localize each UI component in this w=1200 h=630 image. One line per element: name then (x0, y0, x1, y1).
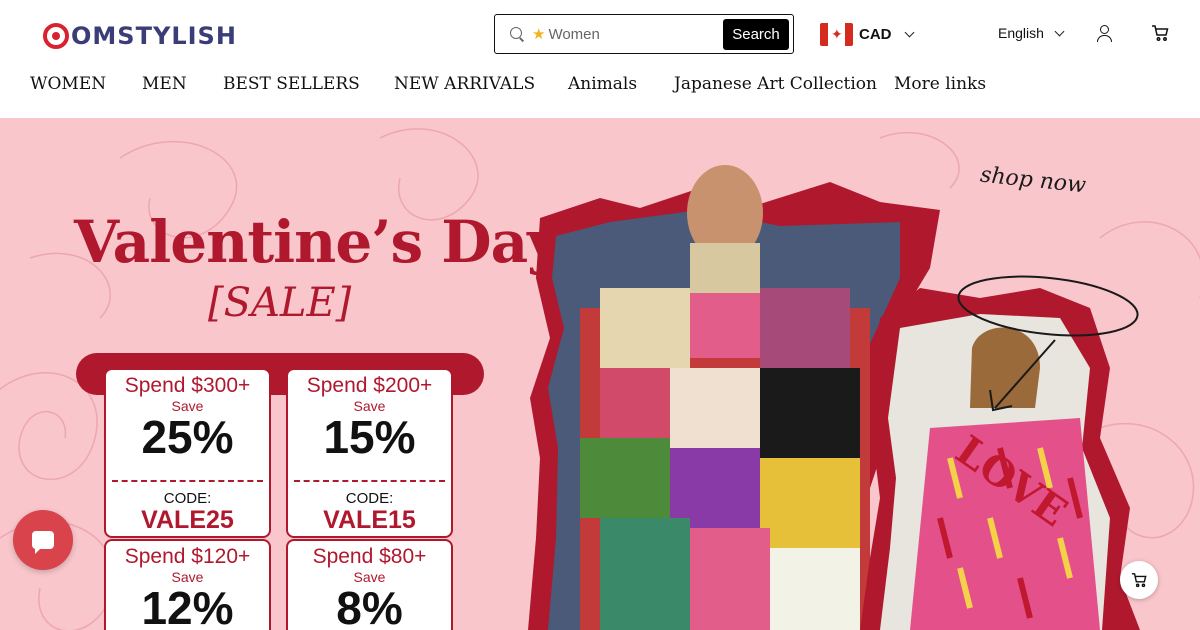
star-icon: ★ (532, 26, 546, 43)
language-selector[interactable]: English (998, 25, 1065, 41)
chat-button[interactable] (13, 510, 73, 570)
language-label: English (998, 25, 1044, 41)
chat-icon (32, 531, 54, 554)
nav-item-new-arrivals[interactable]: NEW ARRIVALS (394, 74, 535, 94)
main-nav: WOMEN MEN BEST SELLERS NEW ARRIVALS Anim… (0, 74, 1200, 100)
cart-icon (1131, 573, 1147, 588)
logo-text: OMSTYLISH (71, 22, 237, 50)
search-icon (510, 27, 524, 41)
chevron-down-icon (904, 27, 914, 37)
nav-item-animals[interactable]: Animals (568, 74, 637, 94)
logo-mark-icon (43, 23, 69, 49)
search-input[interactable]: Women (548, 26, 723, 43)
hero-banner[interactable]: Valentine’s Day [SALE] Spend $300+ Save … (0, 118, 1200, 630)
nav-item-more-links[interactable]: More links (894, 74, 986, 94)
search-button[interactable]: Search (723, 18, 789, 50)
site-logo[interactable]: OMSTYLISH (43, 22, 237, 50)
chevron-down-icon (1054, 26, 1065, 36)
cart-icon[interactable] (1151, 24, 1169, 42)
nav-item-best-sellers[interactable]: BEST SELLERS (223, 74, 360, 94)
site-header: OMSTYLISH ★ Women Search CAD English WOM… (0, 0, 1200, 118)
search-bar: ★ Women Search (494, 14, 794, 54)
currency-label: CAD (859, 25, 892, 43)
nav-item-japanese-art[interactable]: Japanese Art Collection (674, 74, 877, 94)
model-photos: LOVE (528, 165, 1140, 630)
nav-item-women[interactable]: WOMEN (30, 74, 106, 94)
canada-flag-icon (820, 22, 853, 46)
floating-cart-button[interactable] (1120, 561, 1158, 599)
currency-selector[interactable]: CAD (820, 22, 914, 46)
user-icon[interactable] (1095, 24, 1113, 42)
nav-item-men[interactable]: MEN (142, 74, 187, 94)
